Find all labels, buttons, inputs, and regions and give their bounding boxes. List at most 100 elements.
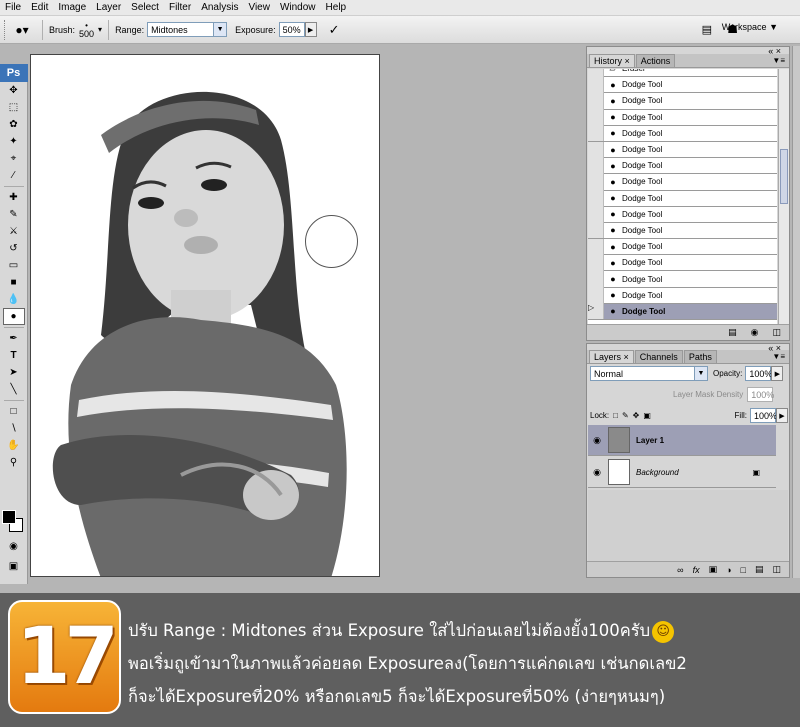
opacity-slider-button[interactable]: ▶ (771, 366, 784, 381)
tab-history[interactable]: History × (589, 54, 635, 67)
history-item[interactable]: ▱Eraser (588, 69, 777, 78)
exposure-slider-button[interactable]: ▶ (304, 22, 317, 37)
history-item[interactable]: ● Dodge Tool (588, 109, 777, 126)
palette-well-icon[interactable]: ▤ (702, 23, 712, 36)
history-item[interactable]: ● Dodge Tool (588, 141, 777, 159)
history-source-checkbox[interactable] (588, 141, 604, 158)
new-layer-icon[interactable]: ▤ (755, 564, 764, 575)
zoom-tool-icon[interactable]: ⚲ (3, 454, 25, 471)
menu-file[interactable]: File (0, 2, 26, 13)
blur-tool-icon[interactable]: 💧 (3, 291, 25, 308)
menu-filter[interactable]: Filter (164, 2, 196, 13)
history-brush-tool-icon[interactable]: ↺ (3, 240, 25, 257)
panel-menu-icon[interactable]: ▼≡ (772, 352, 785, 361)
menu-select[interactable]: Select (126, 2, 164, 13)
hand-tool-icon[interactable]: ✋ (3, 437, 25, 454)
fill-slider-button[interactable]: ▶ (776, 408, 788, 423)
eye-icon[interactable]: ◉ (588, 435, 606, 446)
new-group-icon[interactable]: □ (741, 565, 746, 575)
history-source-checkbox[interactable] (588, 69, 604, 77)
history-source-checkbox[interactable] (588, 287, 604, 304)
history-source-checkbox[interactable] (588, 254, 604, 271)
opacity-input[interactable]: 100% (745, 366, 772, 381)
lock-pixels-icon[interactable]: ✎ (622, 411, 629, 420)
eye-icon[interactable]: ◉ (588, 467, 606, 478)
history-list[interactable]: ▱Eraser●Dodge Tool●Dodge Tool●Dodge Tool… (588, 69, 777, 325)
history-item[interactable]: ● Dodge Tool (588, 222, 777, 240)
history-source-checkbox[interactable] (588, 109, 604, 126)
trash-icon[interactable]: ◫ (772, 327, 781, 338)
menu-help[interactable]: Help (321, 2, 352, 13)
history-scrollbar[interactable] (778, 69, 789, 325)
history-source-checkbox[interactable]: ▷ (588, 303, 604, 320)
history-source-checkbox[interactable] (588, 190, 604, 207)
menu-layer[interactable]: Layer (91, 2, 126, 13)
path-selection-tool-icon[interactable]: ➤ (3, 364, 25, 381)
history-source-checkbox[interactable] (588, 271, 604, 288)
tab-layers[interactable]: Layers × (589, 350, 634, 363)
layer-row-background[interactable]: ◉ Background ▣ (588, 457, 776, 488)
history-item[interactable]: ● Dodge Tool (588, 271, 777, 288)
menu-window[interactable]: Window (275, 2, 321, 13)
airbrush-icon[interactable]: ✓ (329, 22, 340, 38)
lasso-tool-icon[interactable]: ✿ (3, 116, 25, 133)
panel-close-icon[interactable]: « × (768, 46, 781, 56)
exposure-input[interactable]: 50% (278, 22, 305, 37)
menu-analysis[interactable]: Analysis (196, 2, 243, 13)
type-tool-icon[interactable]: T (3, 347, 25, 364)
fill-input[interactable]: 100% (750, 408, 777, 423)
line-tool-icon[interactable]: ╲ (3, 381, 25, 398)
tab-channels[interactable]: Channels (634, 350, 683, 363)
eyedropper-tool-icon[interactable]: ∖ (3, 420, 25, 437)
clone-stamp-tool-icon[interactable]: ⚔ (3, 223, 25, 240)
slice-tool-icon[interactable]: ∕ (3, 167, 25, 184)
history-source-checkbox[interactable] (588, 157, 604, 174)
history-item[interactable]: ▷ ● Dodge Tool (588, 303, 777, 320)
menu-view[interactable]: View (243, 2, 275, 13)
menu-image[interactable]: Image (53, 2, 91, 13)
history-item[interactable]: ● Dodge Tool (588, 254, 777, 272)
quick-mask-icon[interactable]: ◉ (3, 538, 25, 555)
gradient-tool-icon[interactable]: ■ (3, 274, 25, 291)
trash-icon[interactable]: ◫ (772, 564, 781, 575)
history-item[interactable]: ● Dodge Tool (588, 125, 777, 142)
pen-tool-icon[interactable]: ✒ (3, 330, 25, 347)
screen-mode-icon[interactable]: ▣ (3, 558, 25, 575)
history-item[interactable]: ● Dodge Tool (588, 173, 777, 191)
layer-row-layer-1[interactable]: ◉ Layer 1 (588, 425, 776, 456)
history-item[interactable]: ● Dodge Tool (588, 287, 777, 304)
healing-brush-tool-icon[interactable]: ✚ (3, 189, 25, 206)
brush-tool-icon[interactable]: ✎ (3, 206, 25, 223)
snapshot-icon[interactable]: ◉ (751, 327, 759, 338)
crop-tool-icon[interactable]: ⌖ (3, 150, 25, 167)
document-canvas[interactable] (30, 54, 380, 577)
magic-wand-tool-icon[interactable]: ✦ (3, 133, 25, 150)
blend-mode-select[interactable]: Normal ▼ (590, 366, 708, 381)
range-select[interactable]: Midtones ▼ (147, 22, 228, 37)
history-item[interactable]: ● Dodge Tool (588, 76, 777, 94)
lock-position-icon[interactable]: ✥ (633, 411, 640, 420)
history-source-checkbox[interactable] (588, 238, 604, 255)
move-tool-icon[interactable]: ✥ (3, 82, 25, 99)
marquee-tool-icon[interactable]: ⬚ (3, 99, 25, 116)
new-document-icon[interactable]: ▤ (728, 327, 737, 338)
history-item[interactable]: ● Dodge Tool (588, 238, 777, 256)
history-item[interactable]: ● Dodge Tool (588, 190, 777, 207)
history-source-checkbox[interactable] (588, 92, 604, 109)
history-source-checkbox[interactable] (588, 76, 604, 93)
history-source-checkbox[interactable] (588, 222, 604, 239)
lock-all-icon[interactable]: ▣ (643, 411, 651, 420)
workspace-menu[interactable]: Workspace ▼ (722, 22, 778, 32)
layer-mask-icon[interactable]: ▣ (709, 564, 718, 575)
layer-style-icon[interactable]: fx (693, 565, 700, 575)
adjustment-layer-icon[interactable]: ◑ (726, 565, 731, 575)
tab-actions[interactable]: Actions (635, 54, 676, 67)
history-item[interactable]: ● Dodge Tool (588, 157, 777, 175)
tab-paths[interactable]: Paths (683, 350, 717, 363)
history-source-checkbox[interactable] (588, 206, 604, 223)
link-layers-icon[interactable]: ∞ (677, 565, 683, 575)
brush-dropdown-icon[interactable]: ▾ (98, 25, 102, 34)
foreground-color-swatch[interactable] (2, 510, 16, 524)
scroll-thumb[interactable] (780, 149, 788, 204)
history-source-checkbox[interactable] (588, 125, 604, 142)
